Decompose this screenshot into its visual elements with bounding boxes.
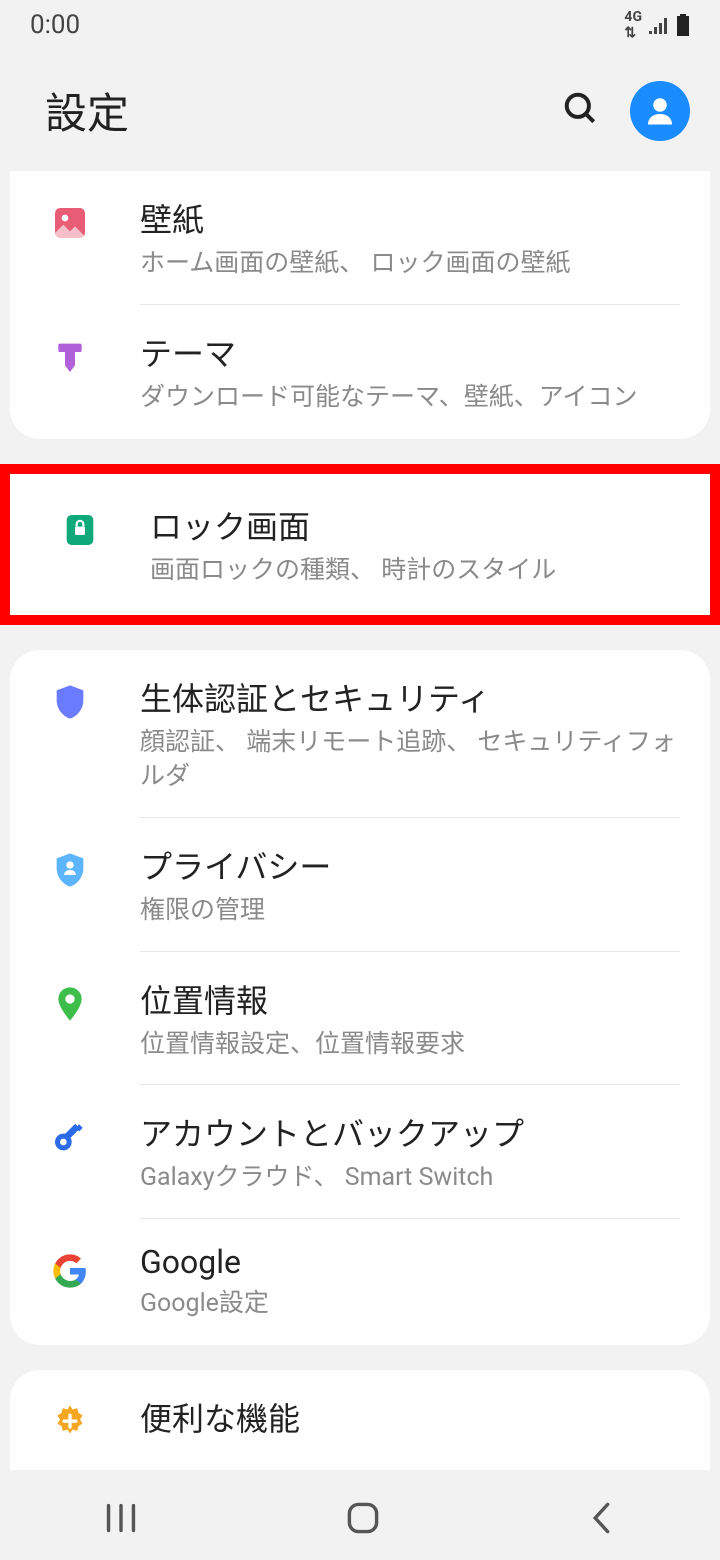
- search-button[interactable]: [562, 90, 600, 132]
- settings-group: 生体認証とセキュリティ 顔認証、 端末リモート追跡、 セキュリティフォルダ プラ…: [10, 650, 710, 1345]
- settings-item-location[interactable]: 位置情報 位置情報設定、位置情報要求: [10, 952, 710, 1086]
- recents-icon: [104, 1503, 138, 1533]
- item-title: アカウントとバックアップ: [140, 1109, 680, 1155]
- settings-list: 壁紙 ホーム画面の壁紙、 ロック画面の壁紙 テーマ ダウンロード可能なテーマ、壁…: [0, 171, 720, 1470]
- pin-icon: [50, 984, 90, 1024]
- recents-button[interactable]: [104, 1503, 138, 1537]
- privacy-icon: [50, 850, 90, 890]
- item-title: テーマ: [140, 329, 680, 375]
- signal-icon: [648, 16, 670, 34]
- item-subtitle: 位置情報設定、位置情報要求: [140, 1028, 680, 1062]
- settings-group: 壁紙 ホーム画面の壁紙、 ロック画面の壁紙 テーマ ダウンロード可能なテーマ、壁…: [10, 171, 710, 439]
- profile-button[interactable]: [630, 81, 690, 141]
- item-title: 便利な機能: [140, 1394, 680, 1440]
- item-title: プライバシー: [140, 842, 680, 888]
- home-button[interactable]: [346, 1501, 380, 1539]
- item-subtitle: Google設定: [140, 1287, 680, 1321]
- settings-item-accounts[interactable]: アカウントとバックアップ Galaxyクラウド、 Smart Switch: [10, 1085, 710, 1219]
- settings-item-google[interactable]: Google Google設定: [10, 1219, 710, 1345]
- battery-icon: [676, 14, 690, 36]
- item-title: 壁紙: [140, 195, 680, 241]
- item-title: 位置情報: [140, 976, 680, 1022]
- item-subtitle: Galaxyクラウド、 Smart Switch: [140, 1161, 680, 1195]
- status-time: 0:00: [30, 10, 80, 40]
- back-icon: [588, 1501, 616, 1535]
- item-subtitle: 顔認証、 端末リモート追跡、 セキュリティフォルダ: [140, 726, 680, 794]
- settings-item-biometrics[interactable]: 生体認証とセキュリティ 顔認証、 端末リモート追跡、 セキュリティフォルダ: [10, 650, 710, 818]
- item-subtitle: 権限の管理: [140, 894, 680, 928]
- settings-item-privacy[interactable]: プライバシー 権限の管理: [10, 818, 710, 952]
- back-button[interactable]: [588, 1501, 616, 1539]
- search-icon: [562, 90, 600, 128]
- gear-plus-icon: [50, 1402, 90, 1442]
- key-icon: [50, 1117, 90, 1157]
- settings-item-lockscreen[interactable]: ロック画面 画面ロックの種類、 時計のスタイル: [10, 474, 710, 616]
- wallpaper-icon: [50, 203, 90, 243]
- item-title: ロック画面: [150, 502, 670, 548]
- highlighted-group: ロック画面 画面ロックの種類、 時計のスタイル: [0, 464, 720, 626]
- themes-icon: [50, 337, 90, 377]
- status-indicators: 4G⇅: [624, 9, 690, 41]
- google-icon: [50, 1251, 90, 1291]
- person-icon: [642, 93, 678, 129]
- settings-item-wallpaper[interactable]: 壁紙 ホーム画面の壁紙、 ロック画面の壁紙: [10, 171, 710, 305]
- home-icon: [346, 1501, 380, 1535]
- item-subtitle: 画面ロックの種類、 時計のスタイル: [150, 554, 670, 588]
- settings-item-advanced[interactable]: 便利な機能: [10, 1370, 710, 1470]
- navigation-bar: [0, 1480, 720, 1560]
- item-subtitle: ダウンロード可能なテーマ、壁紙、アイコン: [140, 381, 680, 415]
- header: 設定: [0, 50, 720, 171]
- item-title: 生体認証とセキュリティ: [140, 674, 680, 720]
- settings-group: 便利な機能: [10, 1370, 710, 1470]
- lock-icon: [60, 510, 100, 550]
- shield-icon: [50, 682, 90, 722]
- network-icon: 4G⇅: [624, 9, 642, 41]
- status-bar: 0:00 4G⇅: [0, 0, 720, 50]
- page-title: 設定: [45, 80, 129, 141]
- settings-item-themes[interactable]: テーマ ダウンロード可能なテーマ、壁紙、アイコン: [10, 305, 710, 439]
- item-title: Google: [140, 1243, 680, 1281]
- item-subtitle: ホーム画面の壁紙、 ロック画面の壁紙: [140, 247, 680, 281]
